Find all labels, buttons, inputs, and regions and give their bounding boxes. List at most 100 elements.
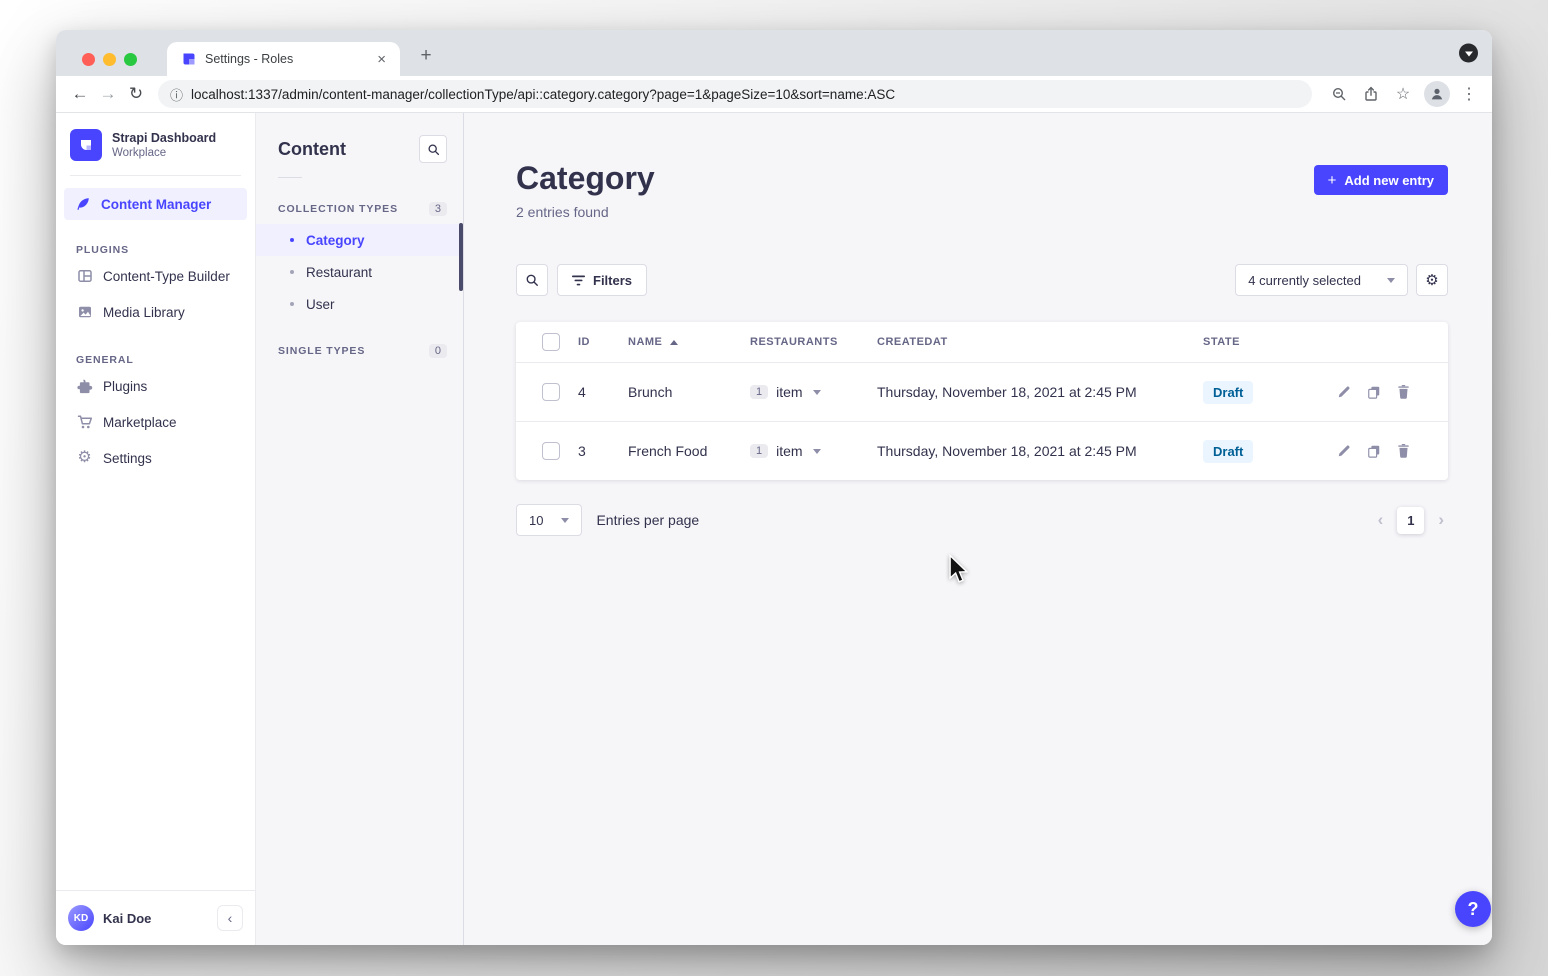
site-info-icon[interactable]: ⓘ — [170, 85, 183, 104]
previous-page-button[interactable]: ‹ — [1374, 510, 1388, 530]
page-size-select[interactable]: 10 — [516, 504, 582, 536]
collection-types-count-badge: 3 — [429, 202, 447, 216]
relation-count-badge: 1 — [750, 385, 768, 399]
duplicate-icon[interactable] — [1367, 385, 1381, 399]
strapi-logo-icon — [70, 129, 102, 161]
url-text: localhost:1337/admin/content-manager/col… — [191, 87, 895, 102]
address-bar[interactable]: ⓘ localhost:1337/admin/content-manager/c… — [158, 80, 1312, 108]
browser-menu-icon[interactable]: ⋮ — [1456, 81, 1482, 107]
bullet-icon — [290, 270, 294, 274]
browser-tab-strip: Settings - Roles × + — [56, 30, 1492, 76]
sidebar-item-marketplace[interactable]: Marketplace — [56, 404, 255, 440]
duplicate-icon[interactable] — [1367, 444, 1381, 458]
column-header-name[interactable]: NAME — [628, 336, 750, 348]
delete-trash-icon[interactable] — [1397, 444, 1410, 458]
plus-icon: + — [1328, 172, 1337, 189]
column-header-createdat[interactable]: CREATEDAT — [877, 336, 1203, 348]
main-content: Category 2 entries found + Add new entry… — [464, 113, 1492, 945]
sidebar-item-plugins[interactable]: Plugins — [56, 368, 255, 404]
status-badge: Draft — [1203, 440, 1253, 463]
chevron-down-icon — [561, 518, 569, 523]
sidebar-item-label: Marketplace — [103, 415, 177, 430]
edit-pencil-icon[interactable] — [1337, 444, 1351, 458]
tab-search-button[interactable] — [1459, 44, 1478, 63]
sidebar-item-settings[interactable]: ⚙ Settings — [56, 440, 255, 476]
cell-id: 4 — [578, 384, 628, 400]
strapi-app: Strapi Dashboard Workplace Content Manag… — [56, 113, 1492, 945]
page-number-button[interactable]: 1 — [1397, 507, 1424, 534]
table-row[interactable]: 3 French Food 1 item Thursday, November … — [516, 421, 1448, 480]
browser-tab[interactable]: Settings - Roles × — [167, 42, 400, 76]
search-entries-button[interactable] — [516, 264, 548, 296]
sidebar-item-content-manager[interactable]: Content Manager — [64, 188, 247, 220]
strapi-favicon-icon — [181, 51, 197, 67]
zoom-window-button[interactable] — [124, 53, 137, 66]
subnav-scrollbar-thumb[interactable] — [459, 223, 463, 291]
sidebar-item-label: Settings — [103, 451, 152, 466]
gear-icon: ⚙ — [76, 450, 93, 466]
minimize-window-button[interactable] — [103, 53, 116, 66]
zoom-search-icon[interactable] — [1326, 81, 1352, 107]
column-header-id[interactable]: ID — [578, 336, 628, 348]
chevron-down-icon[interactable] — [813, 449, 821, 454]
row-checkbox[interactable] — [542, 383, 560, 401]
sort-ascending-icon — [670, 340, 678, 345]
share-icon[interactable] — [1358, 81, 1384, 107]
subnav-item-label: Restaurant — [306, 265, 372, 280]
single-types-count-badge: 0 — [429, 344, 447, 358]
back-button[interactable]: ← — [66, 80, 94, 108]
close-window-button[interactable] — [82, 53, 95, 66]
next-page-button[interactable]: › — [1434, 510, 1448, 530]
filters-button[interactable]: Filters — [557, 264, 647, 296]
feather-pen-icon — [74, 196, 91, 212]
delete-trash-icon[interactable] — [1397, 385, 1410, 399]
status-badge: Draft — [1203, 381, 1253, 404]
forward-button[interactable]: → — [94, 80, 122, 108]
sidebar-item-media-library[interactable]: Media Library — [56, 294, 255, 330]
sidebar-item-content-type-builder[interactable]: Content-Type Builder — [56, 258, 255, 294]
new-tab-button[interactable]: + — [412, 42, 440, 70]
subnav-item-category[interactable]: Category — [256, 224, 463, 256]
columns-selected-dropdown[interactable]: 4 currently selected — [1235, 264, 1408, 296]
column-header-restaurants[interactable]: RESTAURANTS — [750, 336, 877, 348]
subnav-search-button[interactable] — [419, 135, 447, 163]
sidebar-item-label: Content-Type Builder — [103, 269, 230, 284]
select-all-checkbox[interactable] — [542, 333, 560, 351]
gear-icon: ⚙ — [1425, 273, 1438, 288]
subnav-item-user[interactable]: User — [256, 288, 463, 320]
column-header-state[interactable]: STATE — [1203, 336, 1328, 348]
cell-restaurants[interactable]: 1 item — [750, 384, 877, 400]
table-header-row: ID NAME RESTAURANTS CREATEDAT STATE — [516, 322, 1448, 362]
tab-close-icon[interactable]: × — [373, 52, 390, 67]
bookmark-star-icon[interactable]: ☆ — [1390, 81, 1416, 107]
chevron-down-icon — [1387, 278, 1395, 283]
relation-count-badge: 1 — [750, 444, 768, 458]
entries-per-page-label: Entries per page — [596, 512, 699, 528]
window-controls — [82, 42, 137, 76]
avatar[interactable]: KD — [68, 905, 94, 931]
browser-profile-avatar[interactable] — [1424, 81, 1450, 107]
workspace-brand[interactable]: Strapi Dashboard Workplace — [56, 113, 255, 175]
sidebar-section-plugins: PLUGINS — [76, 244, 255, 256]
row-checkbox[interactable] — [542, 442, 560, 460]
browser-window: Settings - Roles × + ← → ↻ ⓘ localhost:1… — [56, 30, 1492, 945]
chevron-down-icon[interactable] — [813, 390, 821, 395]
edit-pencil-icon[interactable] — [1337, 385, 1351, 399]
layout-icon — [76, 268, 93, 284]
subnav-item-restaurant[interactable]: Restaurant — [256, 256, 463, 288]
help-button[interactable]: ? — [1455, 891, 1491, 927]
collapse-sidebar-button[interactable]: ‹ — [217, 905, 243, 931]
cell-createdat: Thursday, November 18, 2021 at 2:45 PM — [877, 443, 1203, 459]
cell-restaurants[interactable]: 1 item — [750, 443, 877, 459]
sidebar-section-general: GENERAL — [76, 354, 255, 366]
table-settings-button[interactable]: ⚙ — [1416, 264, 1448, 296]
add-new-entry-button[interactable]: + Add new entry — [1314, 165, 1448, 195]
cell-id: 3 — [578, 443, 628, 459]
sidebar-item-label: Content Manager — [101, 197, 211, 212]
subnav-item-label: Category — [306, 233, 365, 248]
pagination-bar: 10 Entries per page ‹ 1 › — [516, 504, 1448, 536]
reload-button[interactable]: ↻ — [122, 80, 150, 108]
sidebar-user-row: KD Kai Doe ‹ — [56, 890, 255, 945]
single-types-header: SINGLE TYPES 0 — [256, 330, 463, 366]
table-row[interactable]: 4 Brunch 1 item Thursday, November 18, 2… — [516, 362, 1448, 421]
